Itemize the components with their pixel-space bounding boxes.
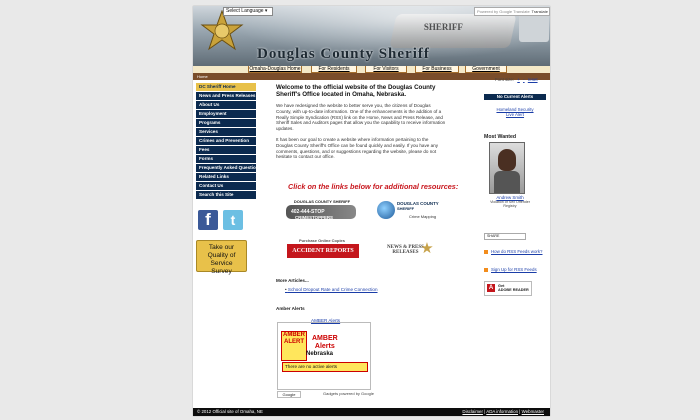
- rss-signup-link[interactable]: Sign Up for RSS Feeds: [484, 267, 546, 272]
- get-adobe-reader-button[interactable]: A Get ADOBE READER: [484, 281, 532, 296]
- footer-copyright: © 2012 Official site of Omaha, NE: [197, 409, 263, 414]
- amber-logo-icon: AMBER ALERT: [281, 331, 307, 361]
- most-wanted-offense: Violation of Sex Offender Registry: [490, 200, 530, 208]
- most-wanted-photo[interactable]: [489, 142, 525, 194]
- crimestoppers-link[interactable]: DOUGLAS COUNTY SHERIFF 402-444-STOP CRIM…: [281, 199, 363, 221]
- footer-links: Disclaimer | ADA information | Webmaster: [462, 408, 544, 416]
- rss-icon: [484, 249, 488, 254]
- crime-mapping-link[interactable]: DOUGLAS COUNTY SHERIFF Crime Mapping: [373, 199, 455, 221]
- amber-state: Nebraska: [306, 351, 334, 357]
- survey-button[interactable]: Take our Quality of Service Survey: [196, 240, 247, 275]
- translate-button[interactable]: Translate: [531, 8, 548, 15]
- site-title: Douglas County Sheriff: [257, 46, 430, 62]
- sidebar-item-forms[interactable]: Forms: [196, 155, 256, 163]
- current-alerts-banner: No Current Alerts: [484, 94, 546, 100]
- add-to-google-button[interactable]: Google: [277, 391, 301, 398]
- sheriff-star-badge-icon: [200, 10, 244, 51]
- sheriff-boat-image: [519, 12, 549, 42]
- car-text: SHERIFF: [423, 22, 463, 32]
- adobe-name: ADOBE READER: [498, 288, 529, 292]
- most-wanted-heading: Most Wanted: [484, 134, 517, 140]
- sidebar-nav: DC Sheriff Home News and Press Releases …: [196, 83, 256, 200]
- share-button[interactable]: SHARE: [484, 233, 526, 240]
- article-link[interactable]: School Dropout Rate and Crime Connection: [285, 287, 378, 292]
- breadcrumb-home[interactable]: Home: [197, 73, 208, 80]
- facebook-icon[interactable]: f: [198, 210, 218, 230]
- sidebar-item-services[interactable]: Services: [196, 128, 256, 136]
- accident-caption: Purchase Online Copies: [298, 238, 345, 243]
- adobe-label: Get ADOBE READER: [498, 284, 529, 292]
- rss-signup-label: Sign Up for RSS Feeds: [491, 267, 537, 272]
- twitter-icon[interactable]: t: [223, 210, 243, 230]
- crimestoppers-name: CRIMESTOPPERS: [295, 215, 333, 220]
- footer-webmaster-link[interactable]: Webmaster: [522, 409, 544, 414]
- photo-body: [494, 171, 520, 193]
- welcome-heading: Welcome to the official website of the D…: [276, 84, 436, 98]
- main-content: Welcome to the official website of the D…: [276, 84, 446, 160]
- amber-alert-widget: AMBER Alerts AMBER ALERT AMBER Alerts Neb…: [277, 318, 371, 390]
- amber-status-message: There are no active alerts: [282, 362, 368, 372]
- translate-field[interactable]: Powered by Google Translate Translate: [474, 7, 550, 16]
- footer-ada-link[interactable]: ADA information: [486, 409, 518, 414]
- accident-banner: ACCIDENT REPORTS: [287, 244, 359, 258]
- sidebar-item-dc-sheriff-home[interactable]: DC Sheriff Home: [196, 83, 256, 91]
- live-alert-link[interactable]: Live Alert: [484, 112, 546, 117]
- crime-mapping-subtitle: SHERIFF: [397, 206, 415, 211]
- footer-separator: |: [519, 409, 521, 414]
- crime-mapping-label: Crime Mapping: [409, 214, 437, 219]
- intro-paragraph: We have redesigned the website to better…: [276, 103, 446, 132]
- top-nav: Omaha-Douglas Home For Residents For Vis…: [193, 66, 550, 73]
- rss-help-label: How do RSS Feeds work?: [491, 249, 543, 254]
- resources-heading: Click on the links below for additional …: [288, 182, 459, 191]
- footer-disclaimer-link[interactable]: Disclaimer: [462, 409, 483, 414]
- amber-alerts-heading: Amber Alerts: [276, 306, 305, 311]
- font-increase-button[interactable]: +: [517, 77, 520, 82]
- more-articles-heading: More Articles...: [276, 278, 309, 283]
- language-select[interactable]: Select Language ▾: [223, 7, 273, 16]
- amber-title: AMBER Alerts: [312, 335, 338, 351]
- page-container: SHERIFF Select Language ▾ Powered by Goo…: [193, 6, 550, 416]
- amber-title-1: AMBER: [312, 335, 338, 342]
- goal-paragraph: It has been our goal to create a website…: [276, 136, 439, 160]
- survey-line-1: Take our: [208, 244, 235, 251]
- sidebar-item-programs[interactable]: Programs: [196, 119, 256, 127]
- nav-for-residents[interactable]: For Residents: [311, 66, 357, 73]
- site-header: SHERIFF Select Language ▾ Powered by Goo…: [193, 6, 550, 66]
- survey-line-2: Quality of Service: [207, 252, 236, 267]
- adobe-icon: A: [487, 284, 495, 292]
- accident-reports-link[interactable]: Purchase Online Copies ACCIDENT REPORTS: [281, 238, 363, 260]
- survey-line-3: Survey: [211, 268, 232, 275]
- font-decrease-button[interactable]: -: [523, 77, 524, 82]
- sidebar-item-search[interactable]: Search this Site: [196, 191, 256, 199]
- language-select-label: Select Language: [226, 8, 264, 14]
- gadgets-powered-label: Gadgets powered by Google: [323, 391, 374, 396]
- news-releases-link[interactable]: NEWS & PRESS RELEASES ★: [373, 241, 455, 263]
- font-size-label: Font size:: [495, 77, 515, 82]
- nav-for-visitors[interactable]: For Visitors: [365, 66, 407, 73]
- nav-government[interactable]: Government: [465, 66, 507, 73]
- nav-omaha-douglas-home[interactable]: Omaha-Douglas Home: [248, 66, 302, 73]
- sidebar-item-about-us[interactable]: About Us: [196, 101, 256, 109]
- sidebar-item-faq[interactable]: Frequently Asked Questions: [196, 164, 256, 172]
- amber-alerts-link[interactable]: AMBER Alerts: [311, 318, 340, 323]
- sidebar-item-news[interactable]: News and Press Releases: [196, 92, 256, 100]
- font-reset-button[interactable]: reset: [528, 77, 538, 82]
- font-size-controls: Font size: + - reset: [495, 77, 538, 82]
- sidebar-item-contact-us[interactable]: Contact Us: [196, 182, 256, 190]
- sidebar-item-crimes[interactable]: Crimes and Prevention: [196, 137, 256, 145]
- rss-help-link[interactable]: How do RSS Feeds work?: [484, 249, 546, 254]
- star-icon: ★: [420, 240, 434, 257]
- translate-placeholder: Powered by Google Translate: [477, 9, 530, 14]
- photo-head: [498, 149, 516, 171]
- sidebar-item-fees[interactable]: Fees: [196, 146, 256, 154]
- crimestoppers-label: DOUGLAS COUNTY SHERIFF: [293, 199, 351, 204]
- nav-for-business[interactable]: For Business: [415, 66, 459, 73]
- amber-title-2: Alerts: [314, 343, 335, 350]
- rss-icon: [484, 267, 488, 272]
- site-footer: © 2012 Official site of Omaha, NE Discla…: [193, 408, 550, 416]
- sidebar-item-related-links[interactable]: Related Links: [196, 173, 256, 181]
- sidebar-item-employment[interactable]: Employment: [196, 110, 256, 118]
- globe-icon: [377, 201, 395, 219]
- sheriff-car-image: SHERIFF: [389, 14, 517, 48]
